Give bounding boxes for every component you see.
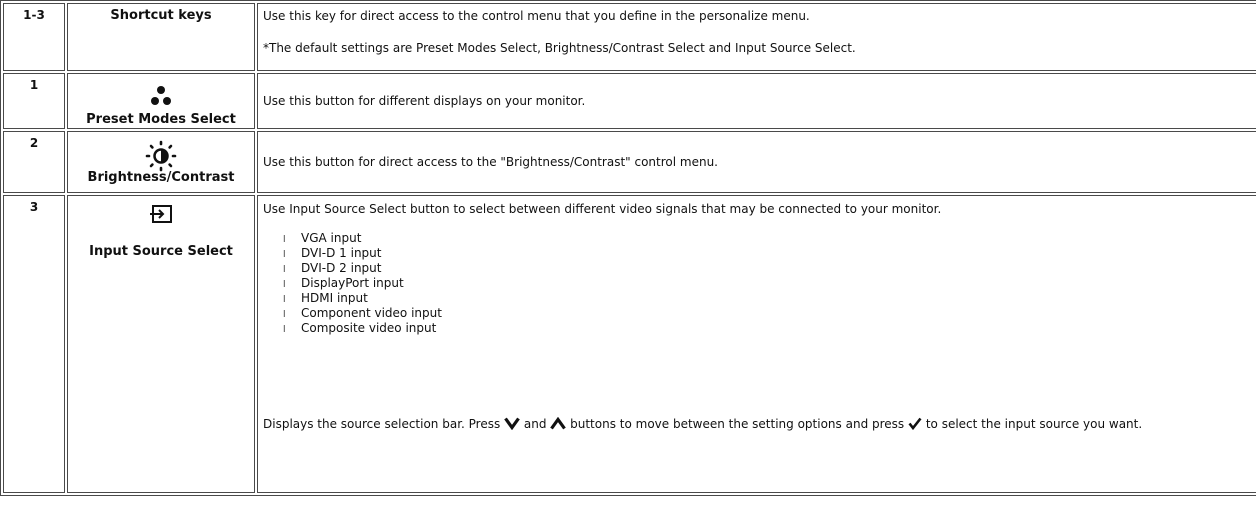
- row-number: 1: [3, 73, 65, 129]
- checkmark-icon: [908, 417, 922, 433]
- row-number: 3: [3, 195, 65, 493]
- table-row: 1 Preset Modes Select Use this button fo…: [3, 73, 1256, 129]
- input-source-icon: [149, 205, 173, 228]
- function-name-cell: Brightness/Contrast: [67, 131, 255, 193]
- description-outro: Displays the source selection bar. Press…: [263, 416, 1143, 433]
- description-text: Use this button for different displays o…: [257, 73, 1256, 129]
- row-number: 2: [3, 131, 65, 193]
- description-note: *The default settings are Preset Modes S…: [263, 41, 856, 55]
- description-text: Use this key for direct access to the co…: [263, 9, 810, 23]
- preset-modes-icon: [68, 82, 254, 112]
- function-name: Brightness/Contrast: [87, 170, 235, 185]
- list-item: l DisplayPort input: [283, 276, 404, 291]
- list-item: l Composite video input: [283, 321, 437, 336]
- down-arrow-icon: [504, 417, 520, 433]
- list-item: l DVI-D 2 input: [283, 261, 382, 276]
- list-item: l DVI-D 1 input: [283, 246, 382, 261]
- function-name: Shortcut keys: [67, 3, 255, 71]
- row-number: 1-3: [3, 3, 65, 71]
- table-row: 2 Brightness/Contrast Use this button fo…: [3, 131, 1256, 193]
- function-name: Preset Modes Select: [86, 112, 236, 127]
- up-arrow-icon: [550, 416, 567, 433]
- bullet: l: [283, 280, 286, 290]
- description-text: Use this button for direct access to the…: [257, 131, 1256, 193]
- bullet: l: [283, 310, 286, 320]
- table-row: 1-3 Shortcut keys Use this key for direc…: [3, 3, 1256, 71]
- list-item: l Component video input: [283, 306, 442, 321]
- page: 1-3 Shortcut keys Use this key for direc…: [0, 0, 1256, 512]
- list-item: l HDMI input: [283, 291, 368, 306]
- bullet: l: [283, 295, 286, 305]
- shortcut-keys-table: 1-3 Shortcut keys Use this key for direc…: [0, 0, 1256, 496]
- description-cell: Use this key for direct access to the co…: [257, 3, 1256, 71]
- function-name-cell: Input Source Select: [67, 195, 255, 493]
- function-name-cell: Preset Modes Select: [67, 73, 255, 129]
- function-name: Input Source Select: [89, 244, 233, 259]
- bullet: l: [283, 250, 286, 260]
- bullet: l: [283, 235, 286, 245]
- brightness-contrast-icon: [68, 140, 254, 172]
- table-row: 3 Input Source Select Use Input Source S…: [3, 195, 1256, 493]
- input-source-list: l VGA input l DVI-D 1 input l DVI-D 2 input…: [283, 232, 1256, 337]
- description-cell: Use Input Source Select button to select…: [257, 195, 1256, 493]
- bullet: l: [283, 325, 286, 335]
- bullet: l: [283, 265, 286, 275]
- description-intro: Use Input Source Select button to select…: [263, 202, 942, 216]
- list-item: l VGA input: [283, 231, 362, 246]
